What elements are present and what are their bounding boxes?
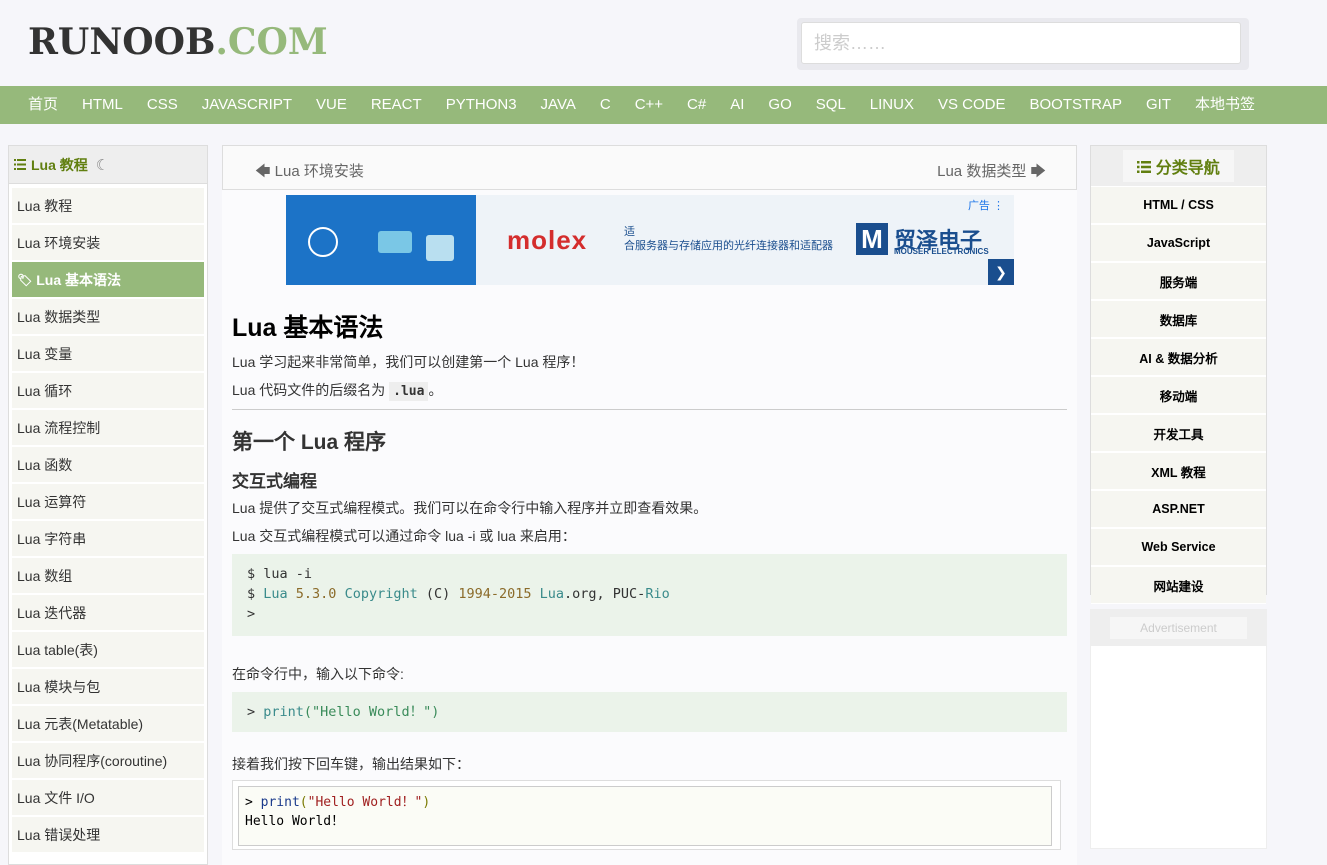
divider	[232, 409, 1067, 410]
nav-bookmarks[interactable]: 本地书签	[1183, 86, 1267, 124]
category-item[interactable]: 移动端	[1091, 377, 1266, 414]
nav-css[interactable]: CSS	[135, 86, 190, 124]
sidebar-item[interactable]: Lua 变量	[12, 336, 204, 372]
mouser-logo: M	[856, 223, 888, 255]
adapter-image	[426, 235, 454, 261]
prev-link[interactable]: 🡄 Lua 环境安装	[255, 160, 364, 186]
category-nav: 分类导航 HTML / CSS JavaScript 服务端 数据库 AI & …	[1090, 145, 1267, 604]
category-item[interactable]: 服务端	[1091, 263, 1266, 300]
sidebar-item[interactable]: Lua 模块与包	[12, 669, 204, 705]
nav-python3[interactable]: PYTHON3	[434, 86, 529, 124]
main-content: 🡄 Lua 环境安装 Lua 数据类型 🡆 molex 适 合服务器与存储应用的…	[222, 145, 1077, 865]
section-heading: 第一个 Lua 程序	[232, 431, 387, 454]
nav-javascript[interactable]: JAVASCRIPT	[190, 86, 304, 124]
output-block: > print("Hello World！") Hello World！	[232, 780, 1061, 850]
nav-c[interactable]: C	[588, 86, 623, 124]
ad-brand-molex: molex	[507, 225, 588, 255]
advertisement-box: Advertisement	[1090, 609, 1267, 849]
next-link[interactable]: Lua 数据类型 🡆	[937, 160, 1046, 186]
paragraph: Lua 代码文件的后缀名为 .lua。	[232, 382, 443, 401]
arrow-right-icon: 🡆	[1030, 163, 1047, 180]
top-nav: 首页 HTML CSS JAVASCRIPT VUE REACT PYTHON3…	[0, 86, 1327, 124]
sidebar-item[interactable]: Lua 数据类型	[12, 299, 204, 335]
more-icon: ⋮	[993, 200, 1004, 212]
chevron-right-icon[interactable]: ❯	[988, 259, 1014, 285]
sidebar-item[interactable]: Lua 流程控制	[12, 410, 204, 446]
category-item[interactable]: AI & 数据分析	[1091, 339, 1266, 376]
search-input[interactable]	[801, 22, 1241, 64]
code-block: > print("Hello World！")	[232, 692, 1067, 732]
sidebar-item[interactable]: Lua 错误处理	[12, 817, 204, 853]
site-header: RUNOOB.COM	[0, 0, 1327, 86]
nav-bootstrap[interactable]: BOOTSTRAP	[1017, 86, 1134, 124]
nav-vue[interactable]: VUE	[304, 86, 359, 124]
paragraph: 在命令行中，输入以下命令:	[232, 666, 404, 682]
nav-git[interactable]: GIT	[1134, 86, 1183, 124]
sidebar-item[interactable]: Lua 字符串	[12, 521, 204, 557]
pager: 🡄 Lua 环境安装 Lua 数据类型 🡆	[222, 145, 1077, 190]
sidebar-item[interactable]: Lua 运算符	[12, 484, 204, 520]
sidebar-item[interactable]: Lua 数组	[12, 558, 204, 594]
category-item[interactable]: JavaScript	[1091, 225, 1266, 262]
category-item[interactable]: 网站建设	[1091, 567, 1266, 604]
sidebar-item[interactable]: Lua 教程	[12, 188, 204, 224]
category-item[interactable]: Web Service	[1091, 529, 1266, 566]
sidebar-item[interactable]: Lua 循环	[12, 373, 204, 409]
nav-ai[interactable]: AI	[718, 86, 756, 124]
sidebar-item[interactable]: Lua 函数	[12, 447, 204, 483]
connector-image	[378, 231, 412, 253]
category-header: 分类导航	[1091, 146, 1266, 186]
sidebar-item[interactable]: Lua 文件 I/O	[12, 780, 204, 816]
list-icon	[1137, 160, 1155, 177]
category-item[interactable]: ASP.NET	[1091, 491, 1266, 528]
sidebar-item[interactable]: Lua 协同程序(coroutine)	[12, 743, 204, 779]
site-logo[interactable]: RUNOOB.COM	[28, 22, 328, 62]
paragraph: Lua 提供了交互式编程模式。我们可以在命令行中输入程序并立即查看效果。	[232, 500, 708, 516]
sidebar-item-active[interactable]: 🏷 Lua 基本语法	[12, 262, 204, 298]
sidebar-item[interactable]: Lua table(表)	[12, 632, 204, 668]
output-code: > print("Hello World！") Hello World！	[238, 786, 1052, 846]
nav-java[interactable]: JAVA	[529, 86, 588, 124]
nav-csharp[interactable]: C#	[675, 86, 718, 124]
nav-cpp[interactable]: C++	[623, 86, 675, 124]
paragraph: Lua 交互式编程模式可以通过命令 lua -i 或 lua 来启用：	[232, 528, 576, 544]
nav-react[interactable]: REACT	[359, 86, 434, 124]
left-sidebar: Lua 教程 ☾ Lua 教程 Lua 环境安装 🏷 Lua 基本语法 Lua 数…	[8, 145, 208, 865]
page-title: Lua 基本语法	[232, 314, 384, 342]
sidebar-item[interactable]: Lua 环境安装	[12, 225, 204, 261]
tag-icon: 🏷	[17, 272, 33, 287]
globe-icon	[308, 227, 338, 257]
ad-label[interactable]: 广告 ⋮	[968, 197, 1004, 213]
sidebar-header: Lua 教程 ☾	[9, 146, 207, 184]
sidebar-title: Lua 教程	[31, 156, 88, 173]
arrow-left-icon: 🡄	[255, 163, 271, 180]
search-box	[797, 18, 1249, 70]
category-item[interactable]: 数据库	[1091, 301, 1266, 338]
sidebar-item[interactable]: Lua 元表(Metatable)	[12, 706, 204, 742]
ad-text: 合服务器与存储应用的光纤连接器和适配器	[624, 240, 833, 252]
list-icon	[14, 157, 26, 173]
subsection-heading: 交互式编程	[232, 472, 317, 491]
paragraph: 接着我们按下回车键，输出结果如下：	[232, 756, 470, 772]
nav-sql[interactable]: SQL	[804, 86, 858, 124]
ad-banner[interactable]: molex 适 合服务器与存储应用的光纤连接器和适配器 M 贸泽电子 MOUSE…	[286, 195, 1014, 285]
nav-html[interactable]: HTML	[70, 86, 135, 124]
nav-vscode[interactable]: VS CODE	[926, 86, 1018, 124]
nav-linux[interactable]: LINUX	[858, 86, 926, 124]
ad-image	[286, 195, 476, 285]
moon-icon[interactable]: ☾	[96, 156, 109, 174]
nav-go[interactable]: GO	[756, 86, 803, 124]
ad-brand-sub: MOUSER ELECTRONICS	[894, 247, 989, 256]
paragraph: Lua 学习起来非常简单，我们可以创建第一个 Lua 程序！	[232, 354, 585, 370]
category-item[interactable]: XML 教程	[1091, 453, 1266, 490]
sidebar-item[interactable]: Lua 迭代器	[12, 595, 204, 631]
advertisement-label: Advertisement	[1110, 617, 1247, 639]
category-item[interactable]: HTML / CSS	[1091, 187, 1266, 224]
code-block: $ lua -i $ Lua 5.3.0 Copyright (C) 1994-…	[232, 554, 1067, 636]
inline-code: .lua	[389, 382, 429, 401]
tutorial-list: Lua 教程 Lua 环境安装 🏷 Lua 基本语法 Lua 数据类型 Lua 变…	[12, 188, 204, 854]
nav-home[interactable]: 首页	[16, 86, 70, 124]
category-item[interactable]: 开发工具	[1091, 415, 1266, 452]
